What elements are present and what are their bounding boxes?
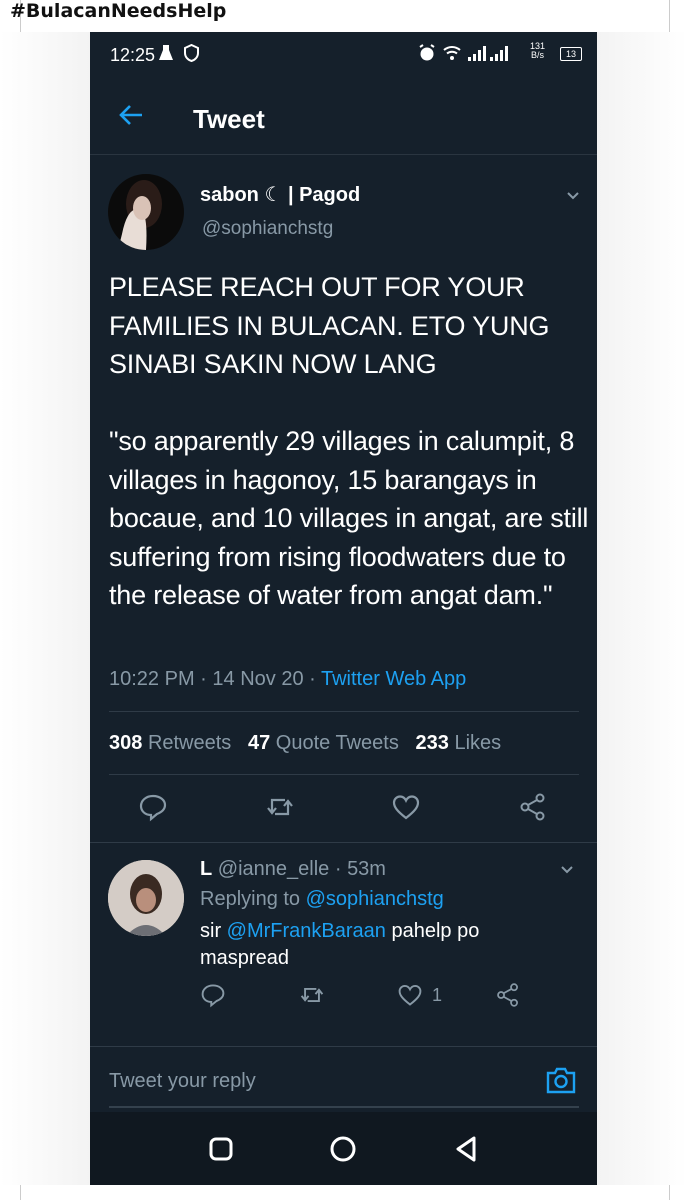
image-frame-bottom [20, 1185, 670, 1200]
reply-avatar[interactable] [108, 860, 184, 936]
retweet-icon[interactable] [299, 982, 325, 1008]
back-icon[interactable] [452, 1134, 482, 1164]
reply-input-underline [109, 1106, 579, 1108]
author-avatar[interactable] [108, 174, 184, 250]
retweet-icon[interactable] [265, 792, 295, 822]
reply-like-count: 1 [432, 985, 443, 1005]
chevron-down-icon[interactable] [560, 862, 574, 876]
tweet-time: 10:22 PM [109, 668, 195, 690]
tweet-text: PLEASE REACH OUT FOR YOUR FAMILIES IN BU… [109, 272, 589, 610]
like-icon[interactable] [391, 792, 421, 822]
divider [90, 842, 597, 843]
tweet-source-link[interactable]: Twitter Web App [321, 668, 466, 690]
status-bar: 12:25 131 B/s 13 [90, 32, 597, 78]
author-name[interactable]: sabon ☾ | Pagod [200, 182, 360, 207]
back-arrow-icon[interactable] [118, 102, 144, 128]
tweet-meta: 10:22 PM · 14 Nov 20 · Twitter Web App [109, 668, 467, 690]
home-icon[interactable] [328, 1134, 358, 1164]
like-icon[interactable] [397, 982, 423, 1008]
retweets-stat[interactable]: 308 Retweets [109, 732, 231, 754]
shield-icon [184, 44, 199, 62]
recents-icon[interactable] [206, 1134, 236, 1164]
replying-to: Replying to @sophianchstg [200, 888, 444, 910]
network-speed: 131 B/s [530, 41, 546, 60]
author-handle[interactable]: @sophianchstg [202, 218, 333, 240]
divider [90, 1046, 597, 1047]
quotes-stat[interactable]: 47 Quote Tweets [248, 732, 399, 754]
phone-screen: 12:25 131 B/s 13 Tweet sabon ☾ | Pagod @s… [90, 32, 597, 1185]
reply-text: sir @MrFrankBaraan pahelp po maspread [200, 920, 480, 969]
mention-link[interactable]: @MrFrankBaraan [227, 920, 386, 942]
signal-icon-2 [490, 45, 508, 61]
reply-icon[interactable] [200, 982, 226, 1008]
likes-stat[interactable]: 233 Likes [416, 732, 502, 754]
replying-to-link[interactable]: @sophianchstg [306, 888, 444, 910]
camera-icon[interactable] [545, 1065, 577, 1095]
right-margin [597, 32, 687, 1185]
tweet-stats: 308 Retweets 47 Quote Tweets 233 Likes [109, 732, 501, 755]
alarm-icon [419, 44, 435, 61]
wifi-icon [443, 46, 461, 60]
left-margin [0, 32, 90, 1185]
flask-icon [159, 45, 173, 60]
status-time: 12:25 [110, 45, 156, 65]
chevron-down-icon[interactable] [566, 188, 580, 202]
hashtag-caption: #BulacanNeedsHelp [10, 0, 227, 22]
tweet-date: 14 Nov 20 [212, 668, 304, 690]
reply-author[interactable]: L @ianne_elle · 53m [200, 858, 386, 881]
divider [109, 711, 579, 712]
page-title: Tweet [193, 104, 265, 134]
system-nav-bar [90, 1112, 597, 1185]
divider [109, 774, 579, 775]
battery-icon: 13 [560, 47, 582, 61]
signal-icon [468, 45, 486, 61]
share-icon[interactable] [518, 792, 548, 822]
share-icon[interactable] [495, 982, 521, 1008]
tweet-header: Tweet [90, 84, 597, 155]
reply-input[interactable]: Tweet your reply [109, 1070, 256, 1093]
reply-icon[interactable] [138, 792, 168, 822]
